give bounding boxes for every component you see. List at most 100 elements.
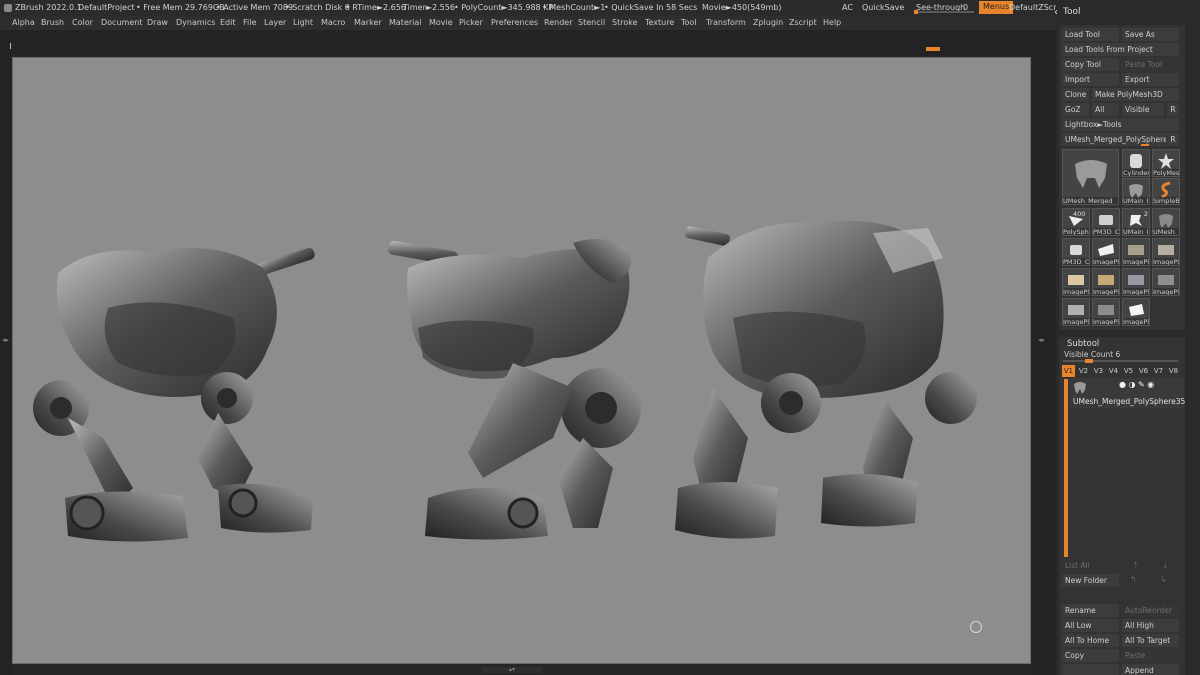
current-tool-r-button[interactable]: R <box>1167 133 1179 146</box>
menu-stroke[interactable]: Stroke <box>612 18 638 27</box>
menu-stencil[interactable]: Stencil <box>578 18 605 27</box>
version-tab-v3[interactable]: V3 <box>1092 365 1105 377</box>
import-button[interactable]: Import <box>1062 73 1119 86</box>
quicksave-button[interactable]: QuickSave <box>862 3 904 12</box>
tool-thumb-simple-brush[interactable]: SimpleB <box>1152 178 1180 205</box>
menu-preferences[interactable]: Preferences <box>491 18 538 27</box>
version-tab-v1[interactable]: V1 <box>1062 365 1075 377</box>
clone-button[interactable]: Clone <box>1062 88 1089 101</box>
version-tab-v8[interactable]: V8 <box>1167 365 1180 377</box>
move-folder-up-icon[interactable]: ↰ <box>1130 575 1137 584</box>
lightbox-tools-button[interactable]: Lightbox►Tools <box>1062 118 1179 131</box>
tool-thumb-cylinder[interactable]: Cylinder <box>1122 149 1150 177</box>
bottom-shelf-handle-icon[interactable]: ▴▾ <box>482 667 542 673</box>
menu-edit[interactable]: Edit <box>220 18 236 27</box>
version-tab-v2[interactable]: V2 <box>1077 365 1090 377</box>
tool-thumb-polysphere[interactable]: 400 PolySph <box>1062 208 1090 236</box>
menu-file[interactable]: File <box>243 18 256 27</box>
move-up-icon[interactable]: ⇡ <box>1132 561 1139 570</box>
menu-texture[interactable]: Texture <box>645 18 674 27</box>
tool-thumb-imageplane-2[interactable]: ImagePl <box>1122 238 1150 266</box>
tool-thumb-imageplane-9[interactable]: ImagePl <box>1092 298 1120 326</box>
navigation-gizmo-icon[interactable] <box>970 621 982 633</box>
version-tab-v6[interactable]: V6 <box>1137 365 1150 377</box>
slider-knob[interactable] <box>914 10 918 14</box>
project-name[interactable]: DefaultProject <box>78 3 135 12</box>
goz-all-button[interactable]: All <box>1092 103 1119 116</box>
list-all-button[interactable]: List All <box>1062 559 1119 572</box>
tool-thumb-pm3d-1[interactable]: PM3D_C <box>1092 208 1120 236</box>
visible-count-slider[interactable] <box>1063 359 1178 363</box>
tool-thumb-imageplane-1[interactable]: ImagePl <box>1092 238 1120 266</box>
current-tool-slider[interactable]: UMesh_Merged_PolySphere3 <box>1062 133 1166 146</box>
collapse-left-icon[interactable]: ◂▸ <box>2 336 9 344</box>
autoreorder-button[interactable]: AutoReorder <box>1122 604 1179 617</box>
menu-dynamics[interactable]: Dynamics <box>176 18 215 27</box>
move-down-icon[interactable]: ⇣ <box>1162 561 1169 570</box>
make-polymesh3d-button[interactable]: Make PolyMesh3D <box>1092 88 1179 101</box>
export-button[interactable]: Export <box>1122 73 1179 86</box>
mech-model-view-side[interactable] <box>387 239 641 540</box>
panel-collapse-icon[interactable]: ‹ <box>1054 7 1058 18</box>
current-tool-slider-knob[interactable] <box>1141 144 1149 146</box>
menu-light[interactable]: Light <box>293 18 313 27</box>
tool-thumb-imageplane-8[interactable]: ImagePl <box>1062 298 1090 326</box>
all-low-button[interactable]: All Low <box>1062 619 1119 632</box>
paste-subtool-button[interactable]: Paste <box>1122 649 1179 662</box>
version-tab-v4[interactable]: V4 <box>1107 365 1120 377</box>
menu-layer[interactable]: Layer <box>264 18 286 27</box>
tool-thumb-imageplane-5[interactable]: ImagePl <box>1092 268 1120 296</box>
mech-model-view-right[interactable] <box>675 220 977 539</box>
menu-draw[interactable]: Draw <box>147 18 168 27</box>
all-high-button[interactable]: All High <box>1122 619 1179 632</box>
menu-document[interactable]: Document <box>101 18 142 27</box>
tool-thumb-polymesh-star[interactable]: PolyMes <box>1152 149 1180 177</box>
menu-brush[interactable]: Brush <box>41 18 64 27</box>
tool-thumb-imageplane-10[interactable]: ImagePl <box>1122 298 1150 326</box>
menu-transform[interactable]: Transform <box>706 18 746 27</box>
document-canvas[interactable] <box>12 57 1031 664</box>
tool-thumb-imageplane-3[interactable]: ImagePl <box>1152 238 1180 266</box>
copy-subtool-button[interactable]: Copy <box>1062 649 1119 662</box>
canvas-viewport[interactable] <box>13 58 1031 664</box>
menu-picker[interactable]: Picker <box>459 18 483 27</box>
menu-render[interactable]: Render <box>544 18 572 27</box>
menu-color[interactable]: Color <box>72 18 93 27</box>
tool-thumb-imageplane-4[interactable]: ImagePl <box>1062 268 1090 296</box>
menu-alpha[interactable]: Alpha <box>12 18 35 27</box>
menu-help[interactable]: Help <box>823 18 841 27</box>
goz-visible-button[interactable]: Visible <box>1122 103 1164 116</box>
see-through-slider[interactable] <box>914 10 974 14</box>
goz-r-button[interactable]: R <box>1167 103 1179 116</box>
menu-movie[interactable]: Movie <box>429 18 453 27</box>
load-tools-from-project-button[interactable]: Load Tools From Project <box>1062 43 1179 56</box>
new-folder-button[interactable]: New Folder <box>1062 574 1119 587</box>
ac-button[interactable]: AC <box>842 3 853 12</box>
menu-material[interactable]: Material <box>389 18 422 27</box>
menu-marker[interactable]: Marker <box>354 18 382 27</box>
tool-thumb-imageplane-7[interactable]: ImagePl <box>1152 268 1180 296</box>
all-to-target-button[interactable]: All To Target <box>1122 634 1179 647</box>
tool-thumb-pm3d-2[interactable]: PM3D_C <box>1062 238 1090 266</box>
goz-button[interactable]: GoZ <box>1062 103 1089 116</box>
version-tab-v7[interactable]: V7 <box>1152 365 1165 377</box>
tool-thumb-umain-2[interactable]: 2 UMain_I <box>1122 208 1150 236</box>
subtool-scrollbar[interactable] <box>1064 379 1068 557</box>
version-tab-v5[interactable]: V5 <box>1122 365 1135 377</box>
append-button[interactable]: Append <box>1122 664 1179 675</box>
tool-thumb-umesh-2[interactable]: UMesh_ <box>1152 208 1180 236</box>
tool-thumb-umain-1[interactable]: UMain_I <box>1122 178 1150 205</box>
all-to-home-button[interactable]: All To Home <box>1062 634 1119 647</box>
shelf-indicator[interactable] <box>926 47 940 51</box>
slider-knob[interactable] <box>1085 359 1093 363</box>
blank-subtool-button[interactable] <box>1062 664 1119 675</box>
menu-macro[interactable]: Macro <box>321 18 345 27</box>
save-as-button[interactable]: Save As <box>1122 28 1179 41</box>
subtool-title[interactable]: Subtool <box>1067 339 1099 349</box>
rename-button[interactable]: Rename <box>1062 604 1119 617</box>
copy-tool-button[interactable]: Copy Tool <box>1062 58 1119 71</box>
collapse-right-icon[interactable]: ◂▸ <box>1038 336 1045 344</box>
menu-zscript[interactable]: Zscript <box>789 18 817 27</box>
mech-model-view-left[interactable] <box>33 247 316 542</box>
menu-tool[interactable]: Tool <box>681 18 697 27</box>
